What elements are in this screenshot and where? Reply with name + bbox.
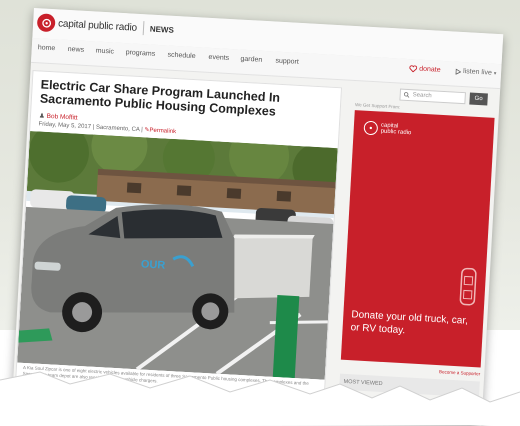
article-card: Electric Car Share Program Launched In S… — [14, 70, 343, 419]
brand-name: capital public radio — [57, 17, 138, 34]
ad-message: Donate your old truck, car, or RV today. — [350, 309, 469, 337]
nav-home[interactable]: home — [38, 44, 56, 52]
nav-support[interactable]: support — [275, 58, 299, 66]
support-label: We Get Support From: — [354, 102, 401, 110]
site-logo[interactable]: capital public radio NEWS — [36, 13, 175, 39]
donate-vehicle-ad[interactable]: capital public radio Donate your old tru… — [340, 110, 495, 368]
most-viewed-header: MOST VIEWED — [339, 373, 480, 398]
cpr-logo-icon — [36, 13, 56, 33]
most-viewed-item[interactable]: After Massive Bee K... Frog... — [342, 396, 472, 410]
listen-label: listen live — [462, 68, 493, 77]
search-icon — [403, 92, 410, 98]
listen-live-link[interactable]: listen live ▾ — [455, 68, 497, 77]
vehicle-sketch-icon — [459, 267, 477, 306]
play-icon — [455, 68, 462, 75]
permalink-link[interactable]: ✎Permalink — [144, 127, 176, 135]
electric-car-photo: OUR — [17, 130, 338, 380]
nav-garden[interactable]: garden — [240, 56, 262, 64]
article-headline: Electric Car Share Program Launched In S… — [39, 77, 281, 119]
ad-logo: capital public radio — [363, 120, 411, 138]
cpr-logo-icon — [363, 120, 379, 136]
person-icon: ♟ — [38, 112, 45, 120]
ad-brand-line2: public radio — [380, 128, 412, 137]
donate-link[interactable]: donate — [409, 65, 441, 74]
svg-text:OUR: OUR — [141, 258, 166, 271]
chevron-down-icon: ▾ — [493, 70, 497, 77]
logo-divider — [142, 21, 145, 36]
nav-news[interactable]: news — [68, 46, 85, 54]
nav-music[interactable]: music — [95, 48, 114, 56]
ad-brand: capital public radio — [380, 123, 411, 137]
donate-label: donate — [418, 65, 441, 74]
section-label: NEWS — [149, 24, 175, 35]
search-placeholder: Search — [412, 92, 432, 100]
browser-page: capital public radio NEWS home news musi… — [12, 8, 504, 426]
nav-programs[interactable]: programs — [125, 49, 155, 58]
article-photo: OUR — [17, 130, 338, 380]
nav-events[interactable]: events — [208, 54, 229, 62]
search-input[interactable]: Search — [399, 88, 466, 105]
nav-schedule[interactable]: schedule — [167, 52, 195, 61]
permalink-label: Permalink — [149, 127, 177, 136]
heart-icon — [409, 65, 418, 73]
search-go-button[interactable]: Go — [469, 92, 488, 106]
